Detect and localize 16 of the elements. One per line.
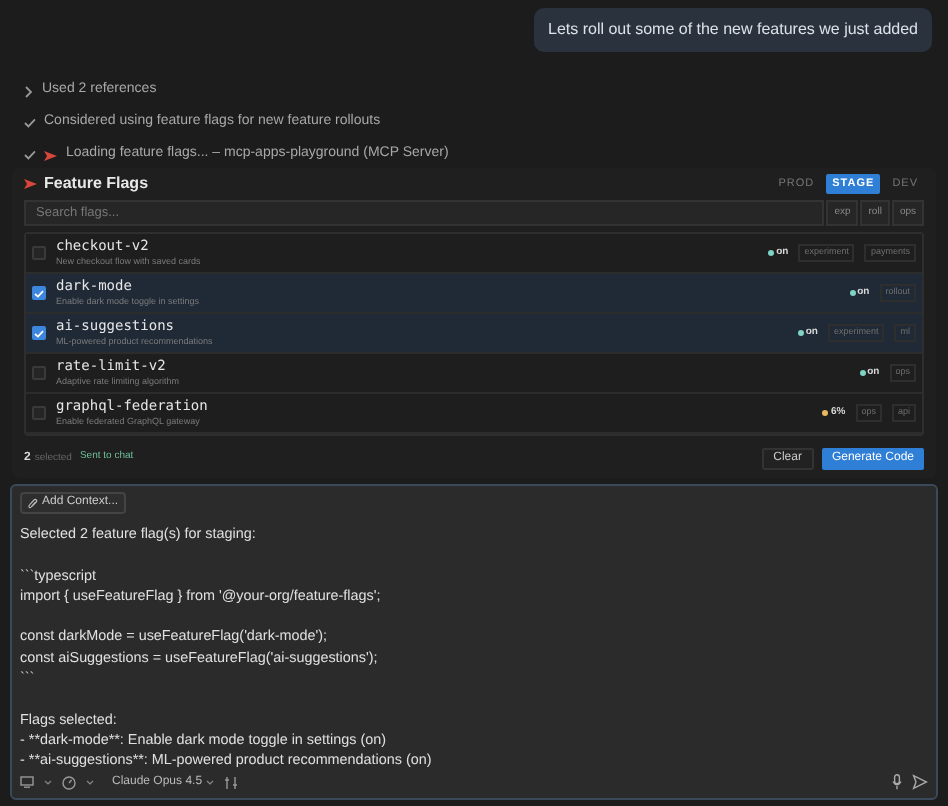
paperclip-icon (28, 497, 38, 509)
check-icon (24, 118, 36, 128)
caret-icon[interactable] (86, 779, 94, 785)
checkbox[interactable] (32, 246, 46, 260)
microphone-icon[interactable] (892, 774, 902, 790)
checkbox[interactable] (32, 366, 46, 380)
check-icon (24, 150, 36, 160)
caret-icon[interactable] (44, 779, 52, 785)
monitor-icon[interactable] (20, 776, 34, 788)
send-icon[interactable] (912, 774, 928, 790)
caret-icon[interactable] (206, 779, 215, 785)
user-message: Lets roll out some of the new features we just added (534, 8, 932, 52)
gauge-icon[interactable] (62, 775, 76, 789)
chevron-icon[interactable] (24, 85, 34, 97)
checkbox[interactable] (32, 406, 46, 420)
panel-title: Feature Flags (44, 172, 149, 196)
